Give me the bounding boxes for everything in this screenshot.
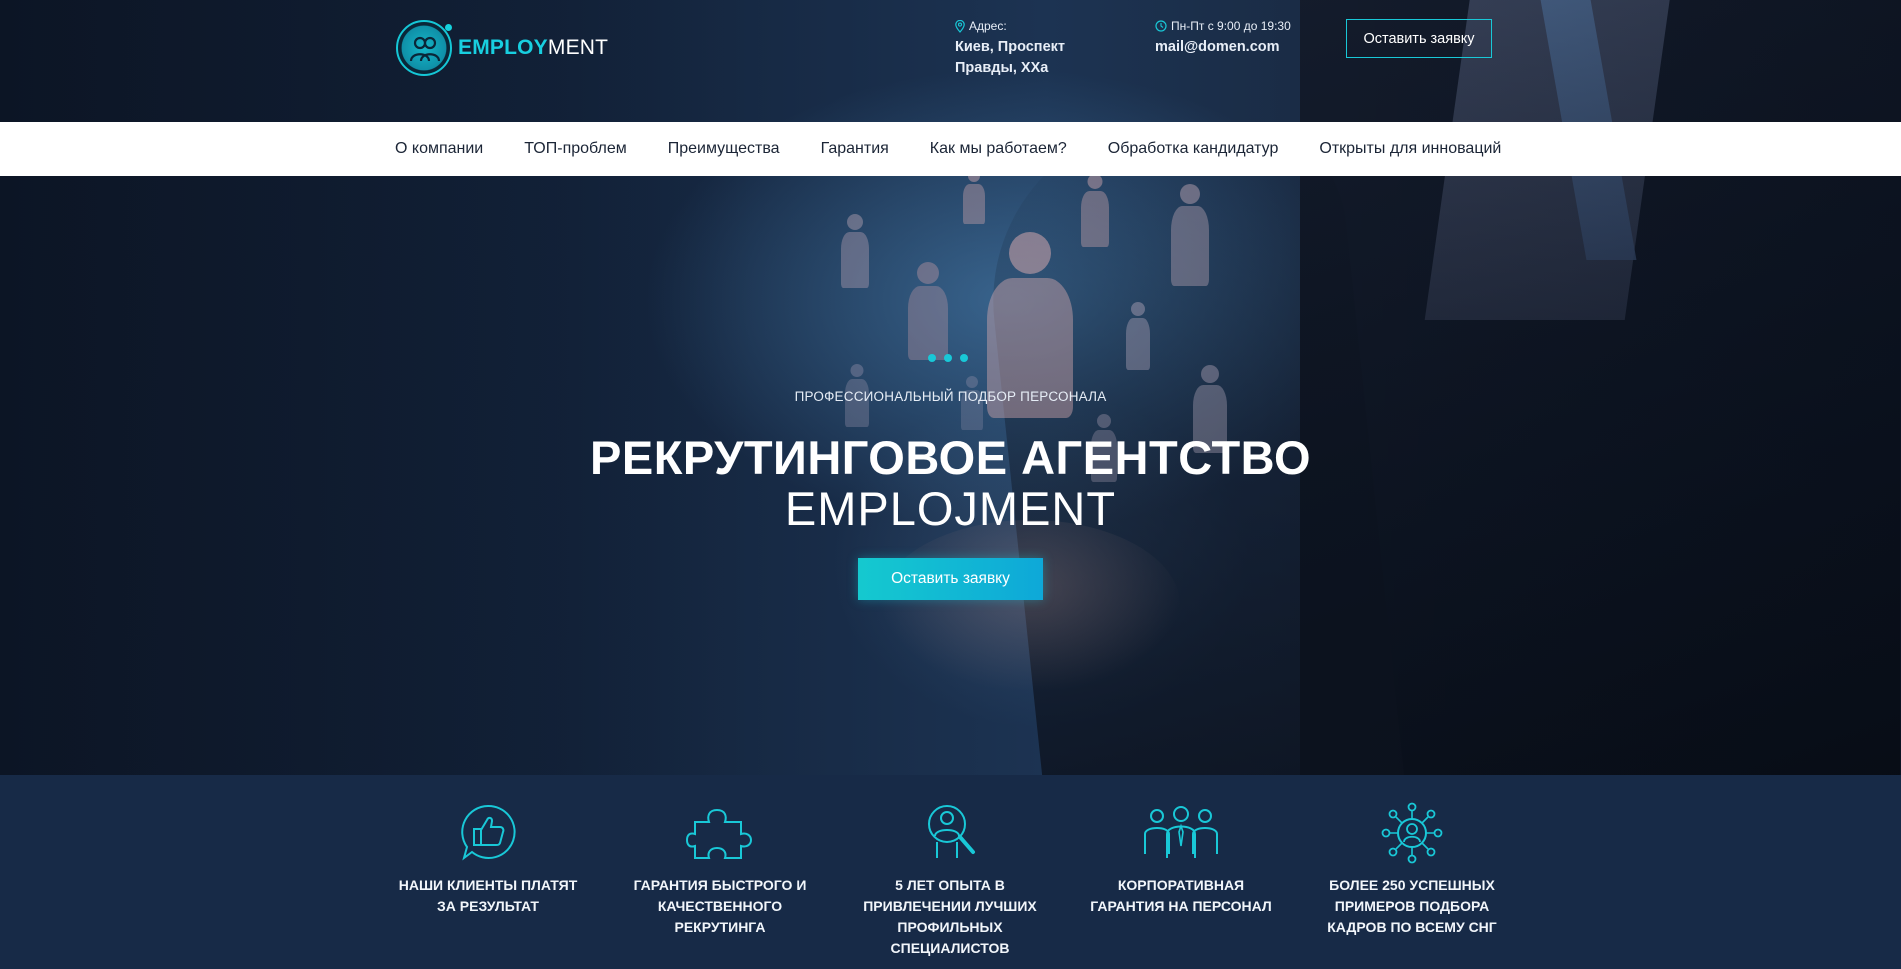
hero-title: РЕКРУТИНГОВОЕ АГЕНТСТВО — [590, 431, 1311, 484]
person-search-icon — [928, 805, 975, 858]
hero-request-button[interactable]: Оставить заявку — [858, 558, 1043, 600]
hero-subtitle: EMPLOJMENT — [784, 482, 1117, 535]
thumbs-up-chat-icon — [461, 804, 516, 861]
location-pin-icon — [955, 19, 965, 33]
hours-block: Пн-Пт с 9:00 до 19:30 mail@domen.com — [1155, 19, 1305, 58]
header-request-button[interactable]: Оставить заявку — [1346, 19, 1492, 58]
nav-item-candidate-processing[interactable]: Обработка кандидатур — [1108, 140, 1279, 158]
address-label: Адрес: — [969, 19, 1007, 33]
address-block: Адрес: Киев, Проспект Правды, XXa — [955, 19, 1125, 79]
address-value: Киев, Проспект Правды, XXa — [955, 39, 1065, 76]
network-person-icon — [1381, 802, 1443, 864]
logo-accent-text: EMPLOY — [458, 36, 548, 59]
hero-kicker: ПРОФЕССИОНАЛЬНЫЙ ПОДБОР ПЕРСОНАЛА — [794, 389, 1107, 404]
logo-people-icon — [396, 20, 452, 76]
nav-item-innovations[interactable]: Открыты для инноваций — [1319, 140, 1501, 158]
features-strip: НАШИ КЛИЕНТЫ ПЛАТЯТ ЗА РЕЗУЛЬТАТ ГАРАНТИ… — [0, 775, 1901, 969]
team-icon — [1144, 806, 1218, 858]
logo-wordmark: EMPLOYMENT — [458, 36, 608, 60]
nav-item-how-we-work[interactable]: Как мы работаем? — [930, 140, 1067, 158]
clock-icon — [1155, 20, 1167, 32]
feature-text: БОЛЕЕ 250 УСПЕШНЫХ ПРИМЕРОВ ПОДБОРА КАДР… — [1327, 877, 1497, 935]
feature-text: КОРПОРАТИВНАЯ ГАРАНТИЯ НА ПЕРСОНАЛ — [1090, 877, 1272, 914]
feature-text: 5 ЛЕТ ОПЫТА В ПРИВЛЕЧЕНИИ ЛУЧШИХ ПРОФИЛЬ… — [863, 877, 1037, 956]
nav-item-advantages[interactable]: Преимущества — [668, 140, 780, 158]
nav-item-guarantee[interactable]: Гарантия — [821, 140, 889, 158]
main-nav: О компании ТОП-проблем Преимущества Гара… — [0, 122, 1901, 176]
logo-rest-text: MENT — [547, 36, 609, 59]
puzzle-icon — [685, 808, 753, 859]
nav-item-about[interactable]: О компании — [395, 140, 483, 158]
hours-label: Пн-Пт с 9:00 до 19:30 — [1171, 19, 1291, 33]
nav-item-top-problems[interactable]: ТОП-проблем — [524, 140, 626, 158]
decorative-dots — [928, 354, 968, 362]
feature-text: ГАРАНТИЯ БЫСТРОГО И КАЧЕСТВЕННОГО РЕКРУТ… — [633, 877, 807, 935]
site-logo[interactable]: EMPLOYMENT — [396, 20, 608, 76]
feature-text: НАШИ КЛИЕНТЫ ПЛАТЯТ ЗА РЕЗУЛЬТАТ — [398, 877, 578, 914]
site-header: EMPLOYMENT Адрес: Киев, Проспект Правды,… — [0, 0, 1901, 122]
email-link[interactable]: mail@domen.com — [1155, 37, 1305, 58]
